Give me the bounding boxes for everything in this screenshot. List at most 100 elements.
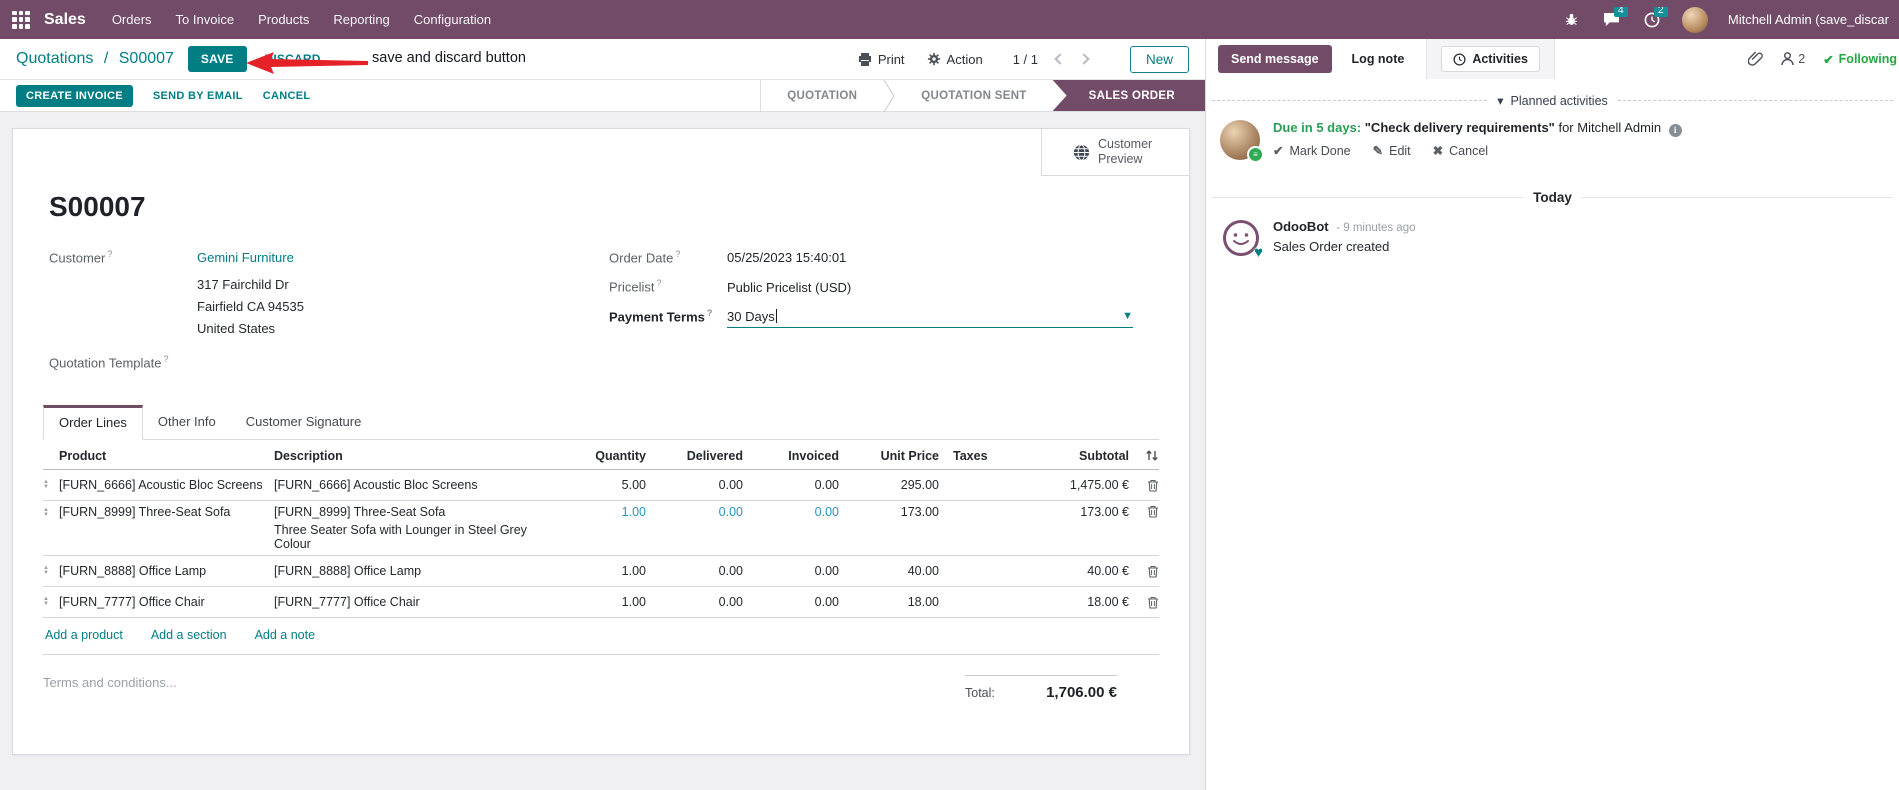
followers-person-icon [1781, 52, 1794, 66]
menu-to-invoice[interactable]: To Invoice [176, 12, 235, 27]
following-button[interactable]: ✔ Following [1823, 52, 1897, 67]
statusbar-row: CREATE INVOICE SEND BY EMAIL CANCEL QUOT… [0, 79, 1205, 112]
discard-button[interactable]: DISCARD [265, 52, 321, 66]
stage-quotation[interactable]: QUOTATION [761, 80, 883, 111]
delete-row-icon[interactable] [1147, 565, 1159, 578]
planned-activity-item: ≡ Due in 5 days: "Check delivery require… [1206, 108, 1899, 163]
send-message-button[interactable]: Send message [1218, 45, 1332, 73]
pager-next-icon[interactable] [1078, 53, 1090, 65]
messages-icon[interactable]: 4 [1602, 6, 1628, 30]
add-a-section-link[interactable]: Add a section [151, 628, 227, 642]
message-author[interactable]: OdooBot [1273, 219, 1329, 234]
customer-label: Customer? [49, 249, 113, 266]
customer-link[interactable]: Gemini Furniture [197, 250, 294, 265]
message-body: Sales Order created [1273, 239, 1390, 254]
table-row[interactable]: ▲ ▼ [FURN_8888] Office Lamp [FURN_8888] O… [43, 556, 1159, 588]
customer-preview-button[interactable]: Customer Preview [1041, 129, 1189, 176]
planned-activities-separator: ▾ Planned activities [1212, 93, 1893, 108]
activity-clock-icon[interactable]: 2 [1642, 6, 1668, 30]
header-invoiced[interactable]: Invoiced [743, 449, 839, 463]
drag-handle-icon[interactable]: ▲ ▼ [43, 596, 59, 607]
order-date-field[interactable]: 05/25/2023 15:40:01 [727, 250, 846, 265]
menu-configuration[interactable]: Configuration [414, 12, 491, 27]
table-row[interactable]: ▲ ▼ [FURN_8999] Three-Seat Sofa [FURN_899… [43, 501, 1159, 557]
cancel-activity-button[interactable]: ✖ Cancel [1433, 143, 1488, 159]
breadcrumb-separator: / [103, 50, 109, 67]
chatter-topbar: Send message Log note Activities 2 ✔ Fol… [1206, 39, 1899, 79]
tab-customer-signature[interactable]: Customer Signature [231, 405, 377, 439]
drag-handle-icon[interactable]: ▲ ▼ [43, 507, 59, 518]
check-icon: ✔ [1273, 144, 1284, 158]
edit-activity-button[interactable]: ✎ Edit [1373, 143, 1411, 159]
annotation-text: save and discard button [372, 50, 526, 66]
header-product[interactable]: Product [59, 449, 274, 463]
pricelist-field[interactable]: Public Pricelist (USD) [727, 280, 851, 295]
attachment-paperclip-icon[interactable] [1748, 51, 1764, 67]
table-row[interactable]: ▲ ▼ [FURN_7777] Office Chair [FURN_7777] … [43, 587, 1159, 619]
menu-orders[interactable]: Orders [112, 12, 152, 27]
new-button[interactable]: New [1129, 45, 1189, 73]
breadcrumb: Quotations / S00007 [16, 50, 174, 68]
optional-columns-icon[interactable] [1145, 449, 1159, 462]
activities-button[interactable]: Activities [1441, 46, 1540, 72]
app-name-sales[interactable]: Sales [44, 11, 86, 29]
drag-handle-icon[interactable]: ▲ ▼ [43, 479, 59, 490]
delete-row-icon[interactable] [1147, 596, 1159, 609]
printer-icon [858, 52, 871, 66]
header-taxes[interactable]: Taxes [939, 449, 1009, 463]
globe-icon [1073, 143, 1090, 161]
stage-sales-order[interactable]: SALES ORDER [1052, 80, 1205, 111]
add-a-product-link[interactable]: Add a product [45, 628, 123, 642]
quotation-template-label: Quotation Template? [49, 353, 169, 371]
user-avatar[interactable] [1681, 6, 1708, 33]
breadcrumb-current: S00007 [118, 50, 174, 67]
mark-done-button[interactable]: ✔ Mark Done [1273, 143, 1351, 159]
terms-and-conditions-placeholder[interactable]: Terms and conditions... [43, 675, 177, 701]
text-cursor [775, 309, 777, 324]
activity-due: Due in 5 days: [1273, 120, 1362, 135]
order-name: S00007 [49, 191, 146, 222]
top-navbar: Sales Orders To Invoice Products Reporti… [0, 0, 1899, 39]
messages-count-badge: 4 [1613, 6, 1628, 17]
info-icon[interactable]: i [1668, 124, 1682, 137]
tab-other-info[interactable]: Other Info [143, 405, 231, 439]
tab-order-lines[interactable]: Order Lines [43, 405, 143, 441]
create-invoice-button[interactable]: CREATE INVOICE [16, 84, 133, 107]
control-panel: Quotations / S00007 SAVE DISCARD save an… [0, 39, 1205, 79]
chatter-message: ♥ OdooBot - 9 minutes ago Sales Order cr… [1206, 205, 1899, 261]
clock-icon [1453, 52, 1466, 66]
debug-bug-icon[interactable] [1562, 10, 1582, 30]
payment-terms-input[interactable]: 30 Days ▼ [727, 309, 1133, 328]
drag-handle-icon[interactable]: ▲ ▼ [43, 565, 59, 576]
delete-row-icon[interactable] [1147, 479, 1159, 492]
action-button[interactable]: Action [927, 52, 983, 67]
menu-products[interactable]: Products [258, 12, 309, 27]
stage-quotation-sent[interactable]: QUOTATION SENT [895, 80, 1052, 111]
pager-previous-icon[interactable] [1054, 53, 1066, 65]
apps-grid-icon[interactable] [12, 10, 30, 29]
activities-zone: Activities [1426, 39, 1555, 79]
send-by-email-button[interactable]: SEND BY EMAIL [153, 90, 243, 102]
header-unit-price[interactable]: Unit Price [839, 449, 939, 463]
save-button[interactable]: SAVE [187, 46, 247, 72]
table-row[interactable]: ▲ ▼ [FURN_6666] Acoustic Bloc Screens [FU… [43, 470, 1159, 502]
header-quantity[interactable]: Quantity [554, 449, 646, 463]
customer-address: 317 Fairchild Dr Fairfield CA 94535 Unit… [197, 277, 304, 336]
header-description[interactable]: Description [274, 449, 554, 463]
cancel-button[interactable]: CANCEL [263, 90, 311, 102]
header-delivered[interactable]: Delivered [646, 449, 743, 463]
menu-reporting[interactable]: Reporting [333, 12, 389, 27]
breadcrumb-quotations[interactable]: Quotations [16, 50, 93, 67]
user-menu[interactable]: Mitchell Admin (save_discar [1728, 12, 1889, 27]
today-separator: Today [1212, 190, 1894, 205]
dropdown-caret-icon[interactable]: ▼ [1122, 310, 1133, 322]
delete-row-icon[interactable] [1147, 505, 1159, 518]
header-subtotal[interactable]: Subtotal [1009, 449, 1129, 463]
add-a-note-link[interactable]: Add a note [255, 628, 315, 642]
followers-count: 2 [1798, 52, 1806, 66]
planned-activities-toggle[interactable]: ▾ Planned activities [1497, 93, 1608, 109]
print-button[interactable]: Print [858, 52, 905, 67]
gear-icon [927, 52, 940, 66]
followers-button[interactable]: 2 [1781, 52, 1805, 66]
log-note-button[interactable]: Log note [1352, 52, 1405, 66]
